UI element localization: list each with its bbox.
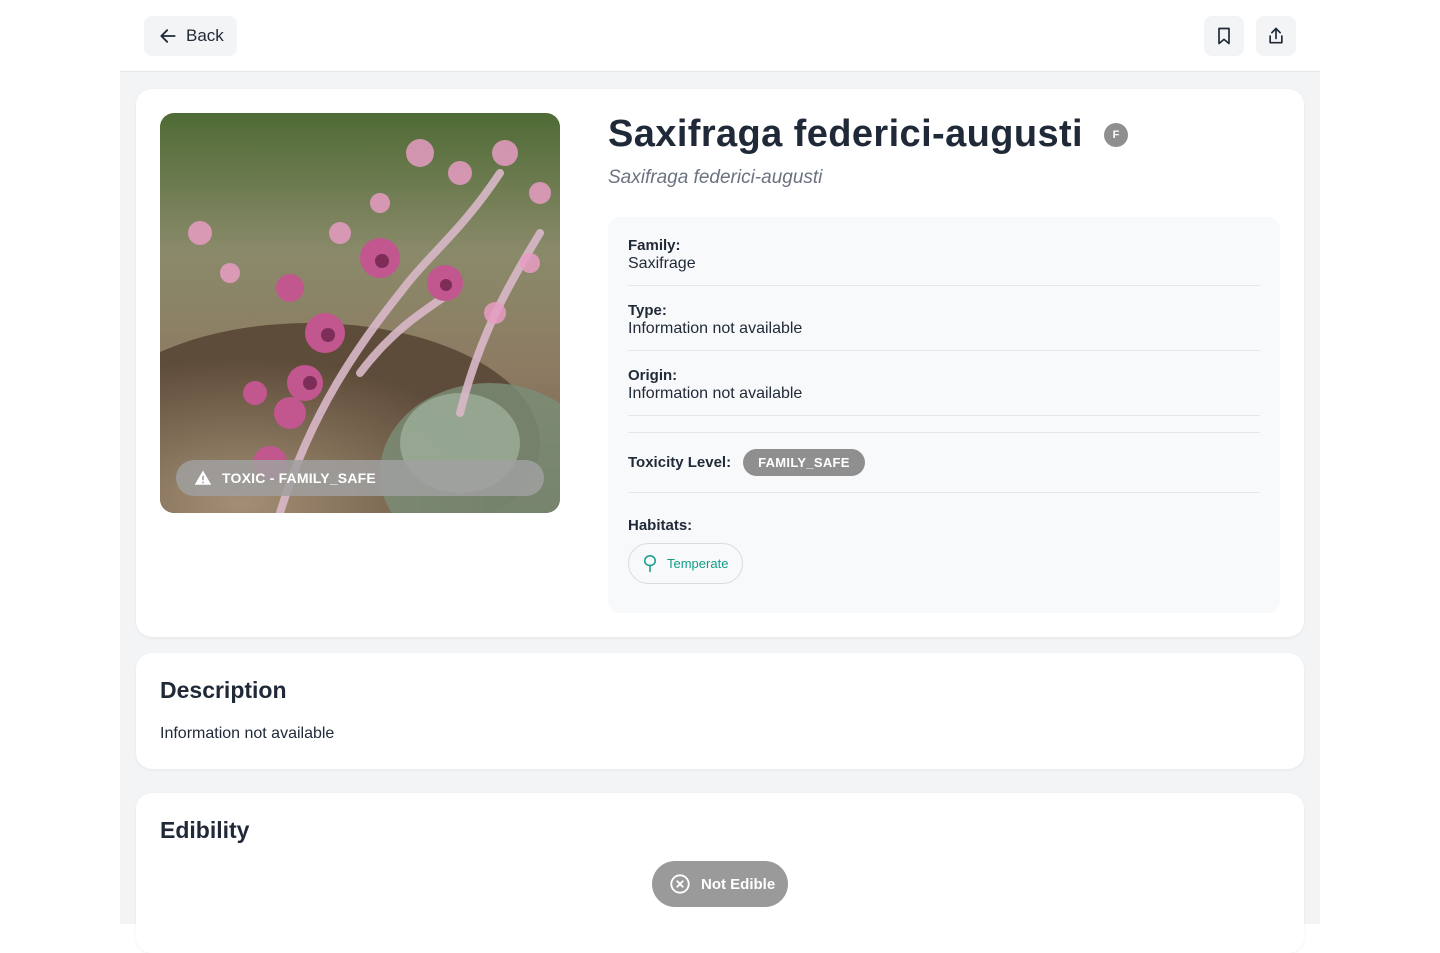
scientific-name: Saxifraga federici-augusti [608,167,823,188]
toxic-banner-text: TOXIC - FAMILY_SAFE [222,470,376,486]
edibility-title: Edibility [160,817,250,843]
share-icon [1269,27,1283,44]
warning-icon [194,470,212,485]
plant-image [160,113,560,513]
plant-title: Saxifraga federici-augusti [608,113,1083,155]
top-bar: Back [120,0,1320,72]
description-card: Description Information not available [136,653,1304,769]
origin-row: Origin: Information not available [628,367,1260,416]
origin-label: Origin: [628,367,678,384]
habitat-chip-temperate[interactable]: Temperate [628,543,744,584]
plant-photo: TOXIC - FAMILY_SAFE [160,113,560,513]
origin-value: Information not available [628,385,803,402]
tree-icon [644,554,656,572]
edibility-status: Not Edible [701,875,776,893]
family-safe-badge: F [1104,123,1128,147]
arrow-left-icon [160,29,176,43]
family-row: Family: Saxifrage [628,237,1260,286]
edibility-card: Edibility Not Edible [136,793,1304,953]
bookmark-button[interactable] [1204,16,1244,56]
description-title: Description [160,677,287,703]
share-button[interactable] [1256,16,1296,56]
info-panel: Family: Saxifrage Type: Information not … [608,217,1280,613]
bookmark-icon [1218,27,1230,45]
toxicity-level-pill: FAMILY_SAFE [743,449,865,476]
type-label: Type: [628,302,667,319]
not-edible-badge: Not Edible [652,861,788,907]
back-button[interactable]: Back [144,16,237,56]
type-value: Information not available [628,320,803,337]
toxicity-label: Toxicity Level: [628,453,732,471]
back-label: Back [186,26,224,45]
plant-overview-card: TOXIC - FAMILY_SAFE Saxifraga federici-a… [136,89,1304,637]
toxicity-row: Toxicity Level: FAMILY_SAFE [628,433,1260,493]
page: Back TOXIC - FAMILY_SAFE Saxifraga feder… [120,0,1320,953]
x-circle-icon [670,874,690,894]
family-label: Family: [628,237,681,254]
habitat-label: Temperate [667,556,729,571]
description-text: Information not available [160,725,335,742]
type-row: Type: Information not available [628,302,1260,351]
family-value: Saxifrage [628,255,696,272]
habitats-label: Habitats: [628,517,693,534]
toxic-banner: TOXIC - FAMILY_SAFE [176,460,544,496]
